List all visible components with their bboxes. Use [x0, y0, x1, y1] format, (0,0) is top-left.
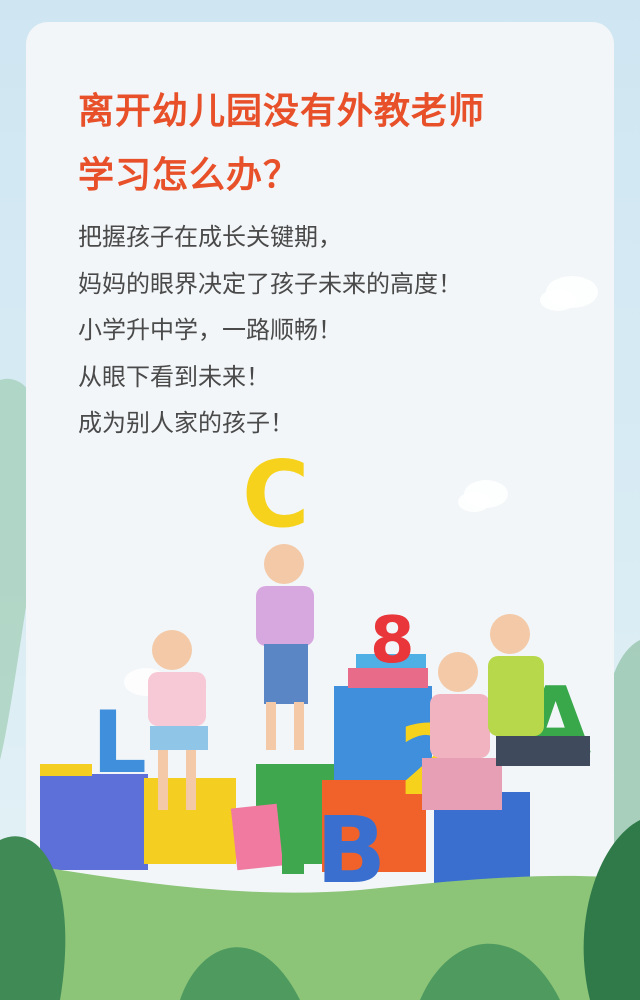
- yellow-notebook: [40, 764, 92, 776]
- pink-notebook: [230, 803, 284, 871]
- content-card: 离开幼儿园没有外教老师 学习怎么办？ 把握孩子在成长关键期， 妈妈的眼界决定了孩…: [26, 22, 614, 898]
- letter-c: C: [242, 441, 310, 548]
- child-standing: [256, 544, 314, 750]
- number-8: 8: [370, 604, 415, 678]
- cloud-icon: [458, 480, 508, 512]
- cloud-icon: [540, 276, 598, 311]
- kids-illustration: C L B 8 2 A: [40, 276, 598, 898]
- letter-b: B: [316, 797, 386, 898]
- letter-l: L: [92, 693, 147, 793]
- pencil-cup: [282, 842, 304, 874]
